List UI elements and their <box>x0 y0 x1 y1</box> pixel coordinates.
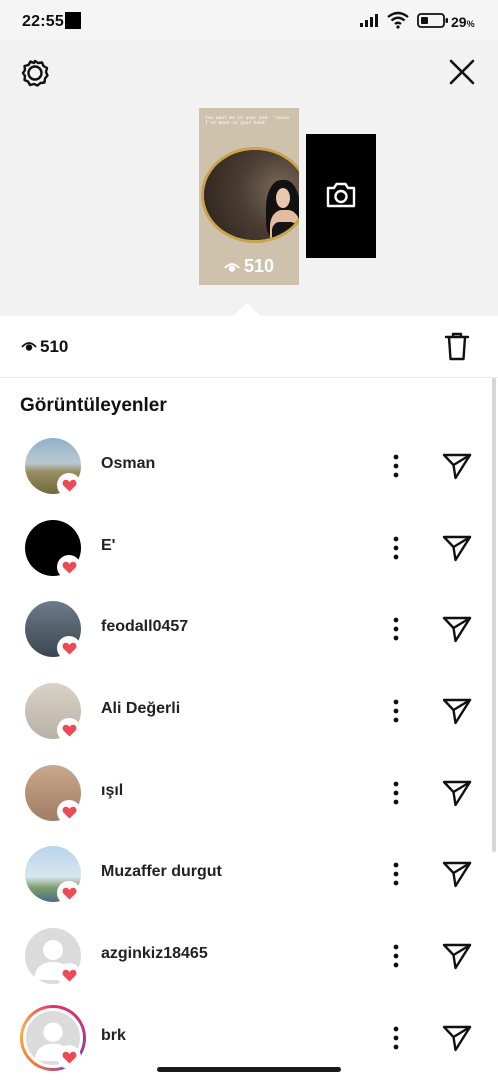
list-item[interactable]: feodall0457 <box>0 601 490 681</box>
send-icon[interactable] <box>442 1024 472 1052</box>
battery-icon <box>417 13 448 28</box>
send-icon[interactable] <box>442 615 472 643</box>
heart-icon <box>62 724 76 736</box>
list-item[interactable]: azginkiz18465 <box>0 928 490 1008</box>
like-badge <box>57 718 81 742</box>
more-options-icon[interactable] <box>385 861 407 887</box>
heart-icon <box>62 806 76 818</box>
heart-icon <box>62 561 76 573</box>
heart-icon <box>62 479 76 491</box>
battery-percent: 29% <box>451 14 475 30</box>
like-badge <box>57 473 81 497</box>
send-icon[interactable] <box>442 452 472 480</box>
list-item[interactable]: Ali Değerli <box>0 683 490 763</box>
list-item[interactable]: E' <box>0 520 490 600</box>
story-photo <box>201 147 299 243</box>
camera-icon <box>326 182 356 208</box>
viewer-username[interactable]: feodall0457 <box>101 618 188 636</box>
scrollbar[interactable] <box>492 378 496 852</box>
like-badge <box>57 636 81 660</box>
signal-icon <box>360 14 378 27</box>
like-badge <box>57 963 81 987</box>
list-item[interactable]: Muzaffer durgut <box>0 846 490 926</box>
heart-icon <box>62 642 76 654</box>
gear-icon[interactable] <box>20 58 50 88</box>
like-badge <box>57 555 81 579</box>
notification-icon <box>65 12 81 29</box>
views-summary: 510 <box>0 316 498 378</box>
send-icon[interactable] <box>442 860 472 888</box>
list-item[interactable]: Osman <box>0 438 490 518</box>
viewer-username[interactable]: brk <box>101 1027 126 1045</box>
like-badge <box>57 800 81 824</box>
list-item[interactable]: ışıl <box>0 765 490 845</box>
more-options-icon[interactable] <box>385 535 407 561</box>
heart-icon <box>62 1051 76 1063</box>
heart-icon <box>62 887 76 899</box>
close-icon[interactable] <box>448 58 476 86</box>
viewer-username[interactable]: Muzaffer durgut <box>101 863 222 881</box>
send-icon[interactable] <box>442 534 472 562</box>
status-bar: 22:55 29% <box>0 0 498 40</box>
selection-pointer <box>233 303 261 316</box>
viewer-username[interactable]: E' <box>101 537 115 555</box>
more-options-icon[interactable] <box>385 453 407 479</box>
like-badge <box>57 1045 81 1069</box>
status-time: 22:55 <box>22 13 64 30</box>
more-options-icon[interactable] <box>385 698 407 724</box>
heart-icon <box>62 969 76 981</box>
send-icon[interactable] <box>442 779 472 807</box>
more-options-icon[interactable] <box>385 943 407 969</box>
like-badge <box>57 881 81 905</box>
viewers-title: Görüntüleyenler <box>20 395 167 416</box>
home-indicator[interactable] <box>157 1067 341 1072</box>
viewer-username[interactable]: azginkiz18465 <box>101 945 208 963</box>
trash-icon[interactable] <box>444 331 470 361</box>
add-story-button[interactable] <box>306 134 376 258</box>
send-icon[interactable] <box>442 697 472 725</box>
more-options-icon[interactable] <box>385 1025 407 1051</box>
views-count: 510 <box>40 337 69 356</box>
story-caption: You want me in your bed. 'cause I've bee… <box>205 116 289 126</box>
more-options-icon[interactable] <box>385 616 407 642</box>
wifi-icon <box>387 11 409 29</box>
eye-icon <box>224 262 240 272</box>
viewer-username[interactable]: ışıl <box>101 782 123 800</box>
story-view-count: 510 <box>199 256 299 277</box>
story-thumbnail[interactable]: You want me in your bed. 'cause I've bee… <box>199 108 299 285</box>
send-icon[interactable] <box>442 942 472 970</box>
eye-icon <box>21 342 37 351</box>
more-options-icon[interactable] <box>385 780 407 806</box>
viewer-username[interactable]: Ali Değerli <box>101 700 180 718</box>
viewer-username[interactable]: Osman <box>101 455 155 473</box>
